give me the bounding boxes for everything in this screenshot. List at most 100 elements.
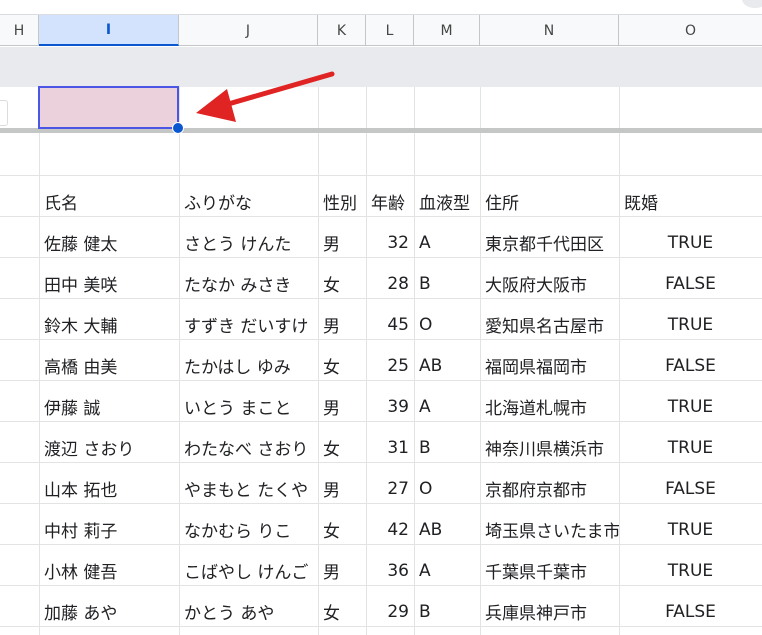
cell-address[interactable]: 兵庫県神戸市: [480, 591, 619, 632]
cell-address[interactable]: 愛知県名古屋市: [480, 304, 619, 345]
cell-age[interactable]: 27: [366, 468, 414, 509]
cell-married[interactable]: TRUE: [619, 386, 762, 427]
cell-married[interactable]: FALSE: [619, 591, 762, 632]
frozen-grey-row: [0, 47, 762, 87]
column-header-i[interactable]: I: [39, 15, 179, 46]
cell-name[interactable]: 中村 莉子: [39, 509, 179, 550]
cell-age[interactable]: 29: [366, 591, 414, 632]
cell-name[interactable]: 小林 健吾: [39, 550, 179, 591]
column-header-j[interactable]: J: [179, 15, 318, 46]
cell-name[interactable]: 高橋 由美: [39, 345, 179, 386]
cell-gender[interactable]: 女: [318, 591, 366, 632]
cell-age[interactable]: 28: [366, 263, 414, 304]
cell-name[interactable]: 佐藤 健太: [39, 222, 179, 263]
table-header-row: 氏名 ふりがな 性別 年齢 血液型 住所 既婚: [0, 181, 762, 222]
cell-married[interactable]: TRUE: [619, 222, 762, 263]
cell-gender[interactable]: 男: [318, 304, 366, 345]
cell-address[interactable]: 神奈川県横浜市: [480, 427, 619, 468]
cell-married[interactable]: FALSE: [619, 345, 762, 386]
table-row: 高橋 由美 たかはし ゆみ 女 25 AB 福岡県福岡市 FALSE: [0, 345, 762, 386]
column-header-n[interactable]: N: [480, 15, 619, 46]
cell-furigana[interactable]: たなか みさき: [179, 263, 318, 304]
header-name[interactable]: 氏名: [39, 181, 179, 222]
cell-gender[interactable]: 女: [318, 345, 366, 386]
side-panel-tab[interactable]: [0, 100, 8, 126]
cell-blood[interactable]: O: [414, 468, 480, 509]
cell-name[interactable]: 山本 拓也: [39, 468, 179, 509]
cell-address[interactable]: 埼玉県さいたま市: [480, 509, 619, 550]
cell-age[interactable]: 31: [366, 427, 414, 468]
column-header-m[interactable]: M: [414, 15, 480, 46]
cell-age[interactable]: 39: [366, 386, 414, 427]
cell-address[interactable]: 千葉県千葉市: [480, 550, 619, 591]
header-gender[interactable]: 性別: [318, 181, 366, 222]
cell-age[interactable]: 45: [366, 304, 414, 345]
cell-age[interactable]: 25: [366, 345, 414, 386]
cell-furigana[interactable]: こばやし けんご: [179, 550, 318, 591]
fill-handle-icon[interactable]: [172, 122, 184, 134]
table-row: 渡辺 さおり わたなべ さおり 女 31 B 神奈川県横浜市 TRUE: [0, 427, 762, 468]
cell-married[interactable]: TRUE: [619, 550, 762, 591]
header-furigana[interactable]: ふりがな: [179, 181, 318, 222]
cell-blood[interactable]: AB: [414, 509, 480, 550]
cell-blood[interactable]: B: [414, 427, 480, 468]
cell-furigana[interactable]: かとう あや: [179, 591, 318, 632]
cell-blood[interactable]: A: [414, 386, 480, 427]
cell-address[interactable]: 東京都千代田区: [480, 222, 619, 263]
cell-married[interactable]: FALSE: [619, 263, 762, 304]
header-married[interactable]: 既婚: [619, 181, 762, 222]
column-header-bar: H I J K L M N O: [0, 14, 762, 46]
cell-address[interactable]: 京都府京都市: [480, 468, 619, 509]
cell-address[interactable]: 大阪府大阪市: [480, 263, 619, 304]
cell-married[interactable]: TRUE: [619, 304, 762, 345]
cell-furigana[interactable]: いとう まこと: [179, 386, 318, 427]
column-header-k[interactable]: K: [318, 15, 366, 46]
cell-age[interactable]: 36: [366, 550, 414, 591]
cell-furigana[interactable]: なかむら りこ: [179, 509, 318, 550]
column-header-o[interactable]: O: [619, 15, 762, 46]
cell-married[interactable]: FALSE: [619, 468, 762, 509]
cell-gender[interactable]: 男: [318, 222, 366, 263]
cell-name[interactable]: 田中 美咲: [39, 263, 179, 304]
cell-gender[interactable]: 女: [318, 263, 366, 304]
cell-name[interactable]: 渡辺 さおり: [39, 427, 179, 468]
cell-gender[interactable]: 女: [318, 509, 366, 550]
selected-cell-i3[interactable]: [38, 86, 179, 129]
cell-gender[interactable]: 男: [318, 550, 366, 591]
header-age[interactable]: 年齢: [366, 181, 414, 222]
cell-gender[interactable]: 女: [318, 427, 366, 468]
cell-furigana[interactable]: やまもと たくや: [179, 468, 318, 509]
cell-blood[interactable]: A: [414, 550, 480, 591]
cell-furigana[interactable]: すずき だいすけ: [179, 304, 318, 345]
cell-married[interactable]: TRUE: [619, 427, 762, 468]
header-blood[interactable]: 血液型: [414, 181, 480, 222]
cell-blood[interactable]: A: [414, 222, 480, 263]
cell-name[interactable]: 伊藤 誠: [39, 386, 179, 427]
cell-furigana[interactable]: たかはし ゆみ: [179, 345, 318, 386]
cell-address[interactable]: 北海道札幌市: [480, 386, 619, 427]
column-header-l[interactable]: L: [366, 15, 414, 46]
cell-blood[interactable]: B: [414, 591, 480, 632]
cell-married[interactable]: TRUE: [619, 509, 762, 550]
toolbar-corner: [742, 0, 762, 8]
cell-age[interactable]: 42: [366, 509, 414, 550]
cell-address[interactable]: 福岡県福岡市: [480, 345, 619, 386]
cell-gender[interactable]: 男: [318, 386, 366, 427]
cell-name[interactable]: 鈴木 大輔: [39, 304, 179, 345]
grid-line: [0, 175, 762, 176]
cell-furigana[interactable]: わたなべ さおり: [179, 427, 318, 468]
cell-blood[interactable]: B: [414, 263, 480, 304]
cell-furigana[interactable]: さとう けんた: [179, 222, 318, 263]
header-address[interactable]: 住所: [480, 181, 619, 222]
cell-name[interactable]: 加藤 あや: [39, 591, 179, 632]
cell-age[interactable]: 32: [366, 222, 414, 263]
table-row: 小林 健吾 こばやし けんご 男 36 A 千葉県千葉市 TRUE: [0, 550, 762, 591]
table-row: 鈴木 大輔 すずき だいすけ 男 45 O 愛知県名古屋市 TRUE: [0, 304, 762, 345]
table-row: 山本 拓也 やまもと たくや 男 27 O 京都府京都市 FALSE: [0, 468, 762, 509]
table-row: 中村 莉子 なかむら りこ 女 42 AB 埼玉県さいたま市 TRUE: [0, 509, 762, 550]
cell-blood[interactable]: AB: [414, 345, 480, 386]
cell-blood[interactable]: O: [414, 304, 480, 345]
cell-gender[interactable]: 男: [318, 468, 366, 509]
column-header-h[interactable]: H: [0, 15, 39, 46]
table-row: 佐藤 健太 さとう けんた 男 32 A 東京都千代田区 TRUE: [0, 222, 762, 263]
